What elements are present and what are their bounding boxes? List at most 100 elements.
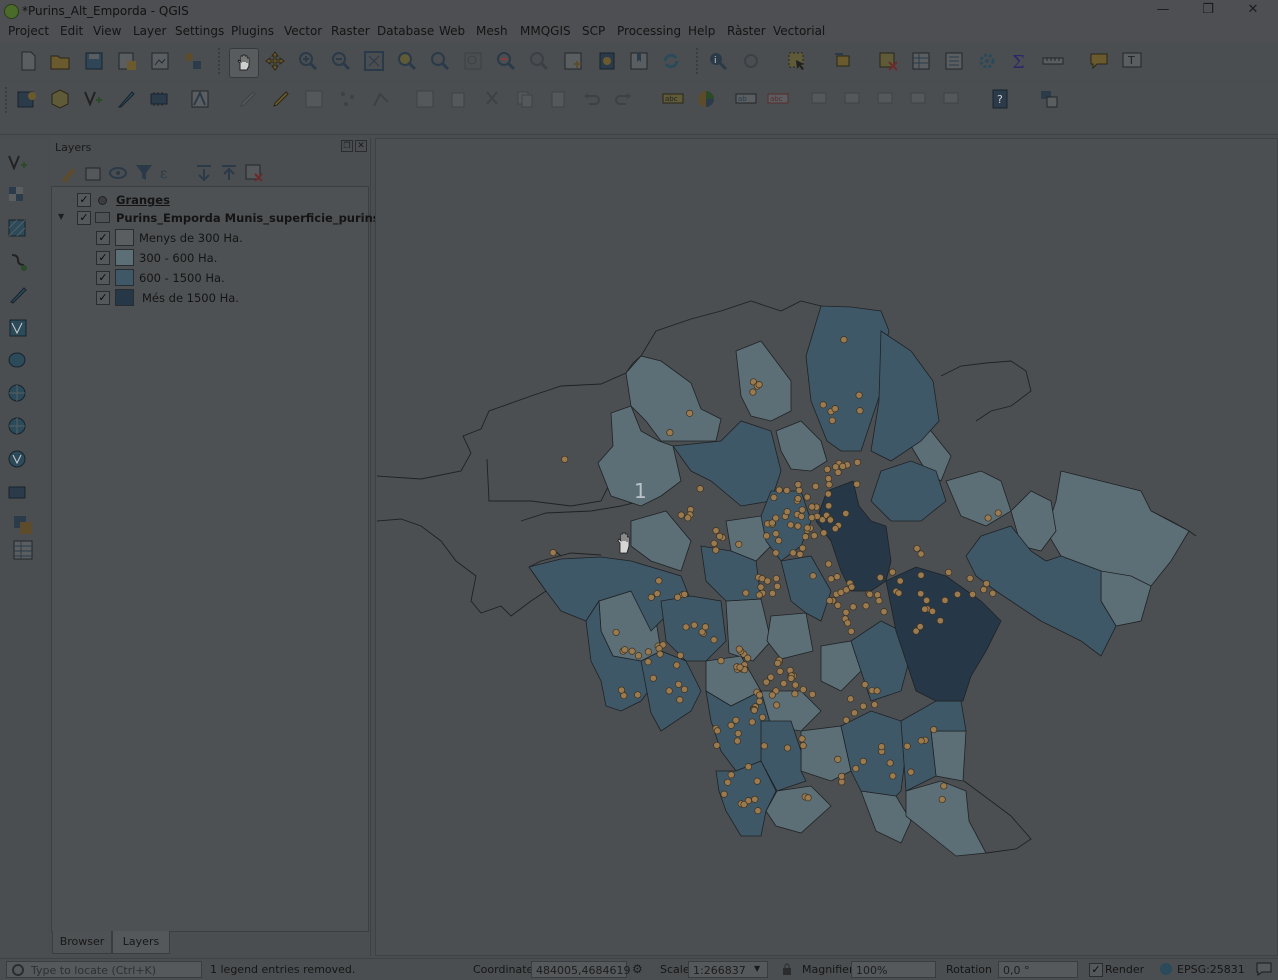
remove-layer-icon[interactable] [243, 162, 263, 182]
legend-class-row[interactable]: ✓ 300 - 600 Ha. [52, 247, 368, 267]
pan-to-selection-icon[interactable] [264, 50, 286, 72]
minimize-button[interactable]: — [1148, 1, 1178, 19]
tab-layers[interactable]: Layers [112, 931, 170, 954]
farm-point[interactable] [744, 654, 752, 662]
modify-attributes-icon[interactable] [414, 88, 436, 110]
copy-features-icon[interactable] [514, 88, 536, 110]
farm-point[interactable] [862, 602, 870, 610]
unpin-labels-icon[interactable] [941, 88, 963, 110]
farm-point[interactable] [875, 597, 883, 605]
new-geopackage-icon[interactable] [49, 88, 71, 110]
farm-point[interactable] [676, 651, 684, 659]
farm-point[interactable] [713, 727, 721, 735]
farm-point[interactable] [676, 696, 684, 704]
farm-point[interactable] [917, 590, 925, 598]
label-layer-icon[interactable]: abc [662, 88, 684, 110]
farm-point[interactable] [795, 486, 803, 494]
farm-point[interactable] [930, 726, 938, 734]
municipality-polygon[interactable] [780, 555, 832, 622]
farm-point[interactable] [717, 657, 725, 665]
locator-search-input[interactable]: Type to locate (Ctrl+K) [6, 961, 202, 978]
vertex-tool-icon[interactable] [370, 88, 392, 110]
style-manager-icon[interactable] [182, 50, 204, 72]
farm-point[interactable] [675, 680, 683, 688]
add-delimited-text-icon[interactable] [7, 251, 29, 273]
farm-point[interactable] [710, 636, 718, 644]
farm-point[interactable] [876, 573, 884, 582]
add-wfs-layer-icon[interactable] [7, 416, 29, 438]
add-wms-layer-icon[interactable] [7, 383, 29, 405]
farm-point[interactable] [921, 605, 929, 613]
label-properties-icon[interactable] [908, 88, 930, 110]
farm-point[interactable] [647, 593, 655, 601]
farm-point[interactable] [727, 721, 735, 729]
messages-icon[interactable] [1256, 962, 1272, 976]
class-visibility-checkbox[interactable]: ✓ [96, 251, 110, 265]
legend-class-row[interactable]: ✓ Menys de 300 Ha. [52, 227, 368, 247]
farm-point[interactable] [617, 686, 626, 694]
move-label-icon[interactable] [809, 88, 831, 110]
farm-point[interactable] [850, 709, 859, 717]
farm-point[interactable] [842, 716, 850, 724]
farm-point[interactable] [825, 481, 833, 489]
farm-point[interactable] [665, 687, 673, 695]
plugin-tool-icon[interactable] [1038, 88, 1060, 110]
temporal-controller-icon[interactable] [596, 50, 618, 72]
farm-point[interactable] [797, 512, 805, 521]
toolbar-handle[interactable] [5, 87, 11, 113]
farm-point[interactable] [713, 741, 721, 749]
farm-point[interactable] [941, 596, 949, 604]
farm-point[interactable] [880, 608, 888, 616]
municipality-polygon[interactable] [905, 780, 987, 857]
farm-point[interactable] [859, 702, 867, 710]
farm-point[interactable] [549, 549, 557, 557]
save-as-icon[interactable] [116, 50, 138, 72]
show-hide-labels-icon[interactable]: abc [767, 88, 789, 110]
farm-point[interactable] [735, 540, 743, 548]
menu-project[interactable]: Project [8, 24, 49, 38]
zoom-to-layer-icon[interactable] [429, 50, 451, 72]
run-action-icon[interactable] [740, 50, 762, 72]
farm-point[interactable] [794, 495, 802, 503]
save-project-icon[interactable] [83, 50, 105, 72]
farm-point[interactable] [794, 522, 802, 530]
farm-point[interactable] [803, 524, 811, 532]
municipality-polygon[interactable] [765, 785, 832, 834]
tab-browser[interactable]: Browser [52, 931, 112, 954]
farm-point[interactable] [847, 695, 855, 703]
farm-point[interactable] [796, 550, 804, 558]
farm-point[interactable] [823, 465, 831, 473]
farm-point[interactable] [749, 388, 757, 396]
redo-icon[interactable] [613, 88, 635, 110]
menu-database[interactable]: Database [377, 24, 434, 38]
farm-point[interactable] [773, 582, 781, 590]
menu-settings[interactable]: Settings [175, 24, 224, 38]
map-canvas[interactable]: 1 [375, 138, 1278, 956]
farm-point[interactable] [763, 577, 772, 585]
farm-point[interactable] [791, 681, 799, 689]
add-point-icon[interactable] [337, 88, 359, 110]
farm-point[interactable] [644, 658, 652, 666]
farm-point[interactable] [748, 718, 756, 726]
farm-point[interactable] [886, 759, 894, 767]
float-panel-icon[interactable]: ❐ [341, 140, 353, 152]
filter-by-expression-icon[interactable]: ε [158, 162, 176, 182]
crs-globe-icon[interactable] [1160, 963, 1172, 975]
farm-point[interactable] [801, 533, 810, 541]
menu-plugins[interactable]: Plugins [231, 24, 274, 38]
menu-raster[interactable]: Raster [331, 24, 370, 38]
municipality-polygon[interactable] [725, 598, 772, 662]
farm-point[interactable] [953, 590, 962, 598]
farm-point[interactable] [772, 549, 780, 557]
farm-point[interactable] [690, 621, 698, 629]
farm-point[interactable] [776, 667, 784, 675]
menu-view[interactable]: View [93, 24, 121, 38]
farm-point[interactable] [770, 493, 778, 502]
farm-point[interactable] [859, 757, 867, 765]
farm-point[interactable] [903, 742, 911, 750]
chevron-down-icon[interactable]: ▼ [754, 964, 760, 973]
farm-point[interactable] [655, 577, 663, 585]
farm-point[interactable] [940, 782, 948, 790]
farm-point[interactable] [928, 607, 937, 615]
measure-line-icon[interactable] [1042, 50, 1064, 72]
